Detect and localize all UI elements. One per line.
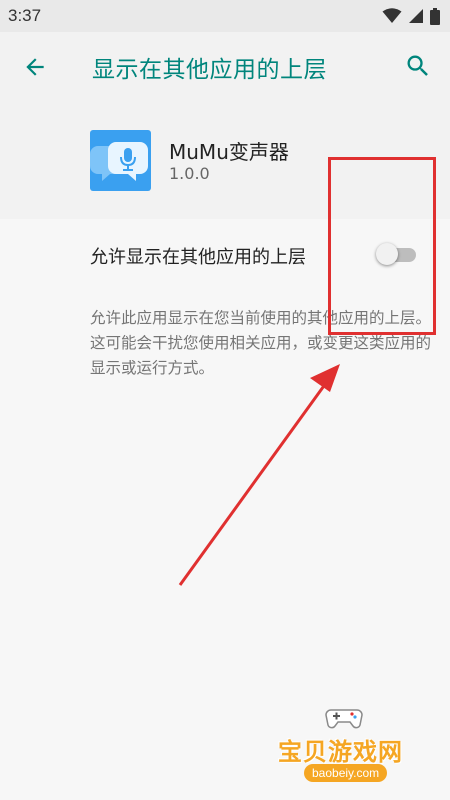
back-arrow-icon[interactable] xyxy=(22,54,48,80)
battery-icon xyxy=(430,7,440,25)
signal-icon xyxy=(409,9,423,23)
app-bar: 显示在其他应用的上层 xyxy=(0,32,450,100)
watermark-url: baobeiy.com xyxy=(304,764,388,782)
app-name: MuMu变声器 xyxy=(169,140,289,164)
watermark: 宝贝游戏网 baobeiy.com xyxy=(270,700,450,795)
annotation-highlight-box xyxy=(328,157,436,335)
app-icon xyxy=(90,130,151,191)
overlay-permission-label: 允许显示在其他应用的上层 xyxy=(90,247,306,268)
page-title: 显示在其他应用的上层 xyxy=(92,57,327,83)
gamepad-icon xyxy=(325,709,363,729)
search-icon[interactable] xyxy=(404,52,432,80)
app-version: 1.0.0 xyxy=(169,164,210,183)
watermark-text: 宝贝游戏网 xyxy=(278,738,403,766)
status-icons xyxy=(382,7,440,25)
status-bar: 3:37 xyxy=(0,0,450,32)
status-time: 3:37 xyxy=(8,6,42,25)
wifi-icon xyxy=(382,8,402,23)
